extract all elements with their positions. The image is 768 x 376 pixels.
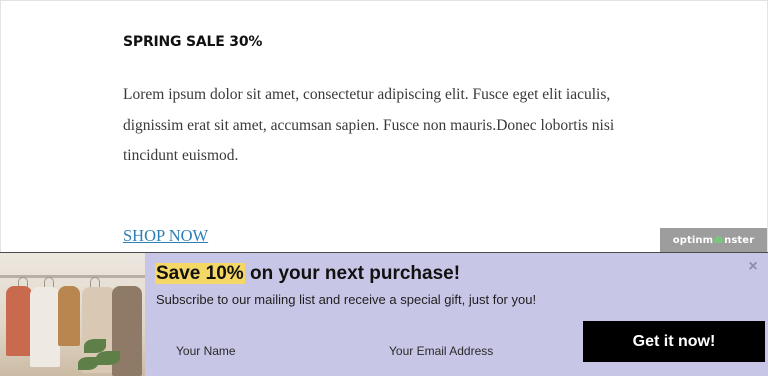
garment-tan: [58, 286, 80, 346]
plant-leaf: [96, 351, 120, 365]
get-it-now-button[interactable]: Get it now!: [583, 321, 765, 362]
garment-red: [6, 286, 32, 356]
monster-icon: [714, 235, 724, 243]
plant-leaf: [78, 357, 98, 370]
name-input[interactable]: [174, 338, 368, 364]
popup-headline: Save 10% on your next purchase!: [155, 263, 460, 285]
badge-text-start: optinm: [672, 234, 714, 246]
optin-floating-bar: Save 10% on your next purchase! Subscrib…: [0, 252, 768, 376]
garment-white: [30, 287, 60, 367]
shop-now-link[interactable]: SHOP NOW: [123, 226, 208, 246]
clothing-rack-image: [0, 253, 145, 376]
article-body: Lorem ipsum dolor sit amet, consectetur …: [123, 86, 615, 164]
email-input[interactable]: [387, 338, 581, 364]
optinmonster-badge[interactable]: optinm nster: [660, 228, 767, 252]
headline-highlight: Save 10%: [155, 263, 245, 284]
sale-title: SPRING SALE 30%: [123, 34, 263, 50]
headline-rest: on your next purchase!: [244, 263, 461, 284]
badge-text-end: nster: [724, 234, 755, 246]
popup-subtext: Subscribe to our mailing list and receiv…: [156, 292, 537, 307]
close-icon[interactable]: ×: [745, 259, 761, 275]
